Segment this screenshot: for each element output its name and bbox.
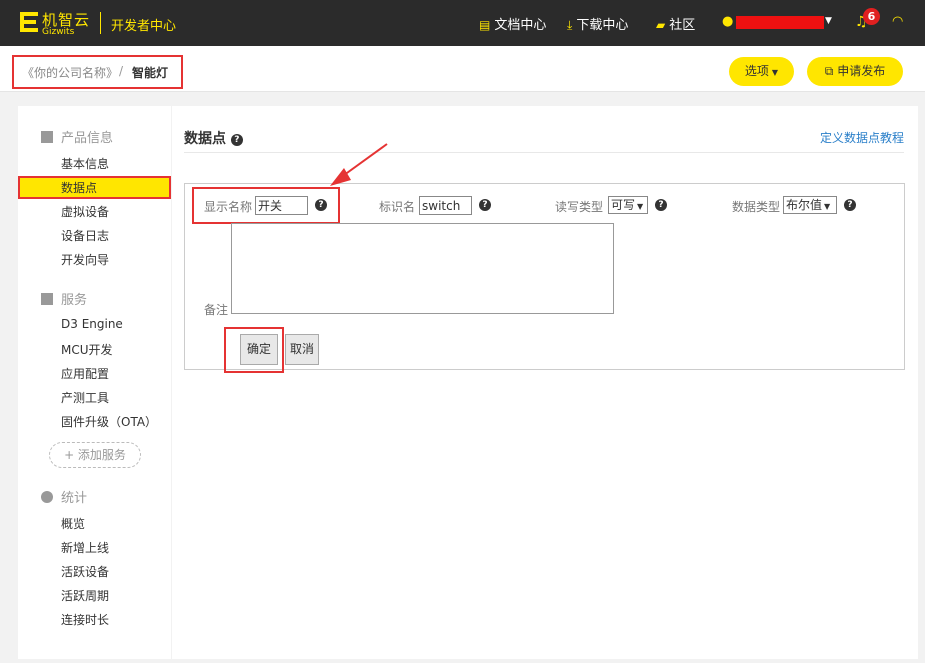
sidebar-item-app-config[interactable]: 应用配置 bbox=[61, 365, 109, 382]
identifier-label: 标识名 bbox=[379, 200, 416, 214]
sidebar-item-dev-guide[interactable]: 开发向导 bbox=[61, 251, 109, 268]
grid-icon bbox=[41, 131, 53, 143]
sidebar-item-device-log[interactable]: 设备日志 bbox=[61, 227, 109, 244]
document-icon: ▤ bbox=[479, 18, 491, 32]
add-service-button[interactable]: + 添加服务 bbox=[49, 442, 141, 468]
chevron-down-icon: ▼ bbox=[637, 202, 644, 211]
logo-subtext: Gizwits bbox=[42, 27, 75, 37]
main-content: 数据点 ? 定义数据点教程 显示名称 ? 标识名 ? 读写类型 可写▼ ? 数据… bbox=[172, 106, 918, 659]
rw-type-select[interactable]: 可写 ▼ bbox=[608, 196, 648, 214]
remark-label: 备注 bbox=[204, 303, 229, 317]
breadcrumb-separator: / bbox=[119, 64, 124, 78]
page-title-text: 数据点 bbox=[184, 131, 226, 147]
logo-divider bbox=[100, 12, 101, 34]
headset-icon[interactable]: ◠ bbox=[892, 14, 903, 29]
nav-downloads-label: 下载中心 bbox=[576, 18, 629, 33]
caret-down-icon: ▼ bbox=[771, 68, 779, 77]
sidebar-item-datapoints[interactable]: 数据点 bbox=[61, 179, 97, 196]
data-type-value: 布尔值 bbox=[786, 198, 823, 212]
title-divider bbox=[184, 152, 904, 153]
sidebar-group-services: 服务 bbox=[41, 289, 87, 308]
display-name-label: 显示名称 bbox=[204, 200, 253, 214]
publish-button[interactable]: ⧉ 申请发布 bbox=[807, 57, 903, 86]
sidebar-item-d3-engine[interactable]: D3 Engine bbox=[61, 317, 123, 331]
sidebar-item-active-period[interactable]: 活跃周期 bbox=[61, 587, 109, 604]
user-menu[interactable] bbox=[736, 16, 824, 29]
gizwits-logo-icon bbox=[20, 12, 38, 32]
breadcrumb-product: 智能灯 bbox=[132, 66, 169, 80]
sidebar-group-stats: 统计 bbox=[41, 487, 87, 506]
notification-badge: 6 bbox=[863, 8, 880, 25]
help-icon[interactable]: ? bbox=[230, 134, 243, 146]
data-type-select[interactable]: 布尔值 ▼ bbox=[783, 196, 837, 214]
cancel-button[interactable]: 取消 bbox=[285, 334, 319, 365]
help-icon[interactable]: ? bbox=[315, 199, 327, 211]
datapoint-form: 显示名称 ? 标识名 ? 读写类型 可写▼ ? 数据类型 布尔值▼ ? 备注 确… bbox=[184, 183, 905, 373]
developer-center-link[interactable]: 开发者中心 bbox=[111, 15, 176, 34]
identifier-input[interactable] bbox=[419, 196, 472, 215]
options-button[interactable]: 选项 ▼ bbox=[729, 57, 794, 86]
sidebar-item-ota[interactable]: 固件升级（OTA） bbox=[61, 413, 157, 430]
sidebar-item-overview[interactable]: 概览 bbox=[61, 515, 85, 532]
sidebar-item-test-tools[interactable]: 产测工具 bbox=[61, 389, 109, 406]
breadcrumb-bar: 《你的公司名称》 / 智能灯 选项 ▼ ⧉ 申请发布 bbox=[0, 46, 925, 92]
breadcrumb-company[interactable]: 《你的公司名称》 bbox=[22, 64, 118, 81]
sidebar-item-new-online[interactable]: 新增上线 bbox=[61, 539, 109, 556]
help-icon[interactable]: ? bbox=[655, 199, 667, 211]
sidebar: 产品信息 基本信息 数据点 虚拟设备 设备日志 开发向导 服务 D3 Engin… bbox=[18, 106, 171, 659]
rw-type-label: 读写类型 bbox=[555, 200, 604, 214]
services-icon bbox=[41, 293, 53, 305]
nav-community-label: 社区 bbox=[669, 18, 696, 33]
rw-type-value: 可写 bbox=[611, 198, 636, 212]
sidebar-group-product: 产品信息 bbox=[41, 127, 113, 146]
help-icon[interactable]: ? bbox=[479, 199, 491, 211]
display-name-input[interactable] bbox=[255, 196, 308, 215]
nav-docs[interactable]: ▤ 文档中心 bbox=[479, 14, 546, 33]
confirm-button[interactable]: 确定 bbox=[240, 334, 278, 365]
nav-community[interactable]: ▰ 社区 bbox=[656, 14, 695, 33]
publish-label: 申请发布 bbox=[837, 64, 886, 78]
group-title: 服务 bbox=[61, 293, 88, 308]
page-title: 数据点 ? bbox=[184, 128, 243, 148]
chevron-down-icon: ▼ bbox=[824, 202, 831, 211]
group-title: 产品信息 bbox=[61, 131, 114, 146]
sidebar-item-active-devices[interactable]: 活跃设备 bbox=[61, 563, 109, 580]
external-link-icon: ⧉ bbox=[824, 64, 834, 78]
remark-textarea[interactable] bbox=[231, 223, 614, 314]
nav-docs-label: 文档中心 bbox=[494, 18, 547, 33]
chat-icon: ▰ bbox=[656, 18, 666, 32]
nav-downloads[interactable]: ⤓ 下载中心 bbox=[567, 14, 628, 33]
chevron-down-icon: ▼ bbox=[825, 16, 832, 26]
sidebar-item-basic-info[interactable]: 基本信息 bbox=[61, 155, 109, 172]
top-navbar: 机智云 Gizwits 开发者中心 ▤ 文档中心 ⤓ 下载中心 ▰ 社区 ● ▼ ♫ … bbox=[0, 0, 925, 46]
options-label: 选项 bbox=[744, 64, 769, 78]
data-type-label: 数据类型 bbox=[732, 200, 781, 214]
user-icon: ● bbox=[722, 14, 734, 29]
pie-chart-icon bbox=[41, 491, 53, 503]
sidebar-item-connect-time[interactable]: 连接时长 bbox=[61, 611, 109, 628]
help-icon[interactable]: ? bbox=[844, 199, 856, 211]
sidebar-item-mcu[interactable]: MCU开发 bbox=[61, 341, 113, 358]
sidebar-item-virtual-device[interactable]: 虚拟设备 bbox=[61, 203, 109, 220]
group-title: 统计 bbox=[61, 491, 88, 506]
download-icon: ⤓ bbox=[567, 18, 573, 32]
tutorial-link[interactable]: 定义数据点教程 bbox=[820, 129, 904, 146]
